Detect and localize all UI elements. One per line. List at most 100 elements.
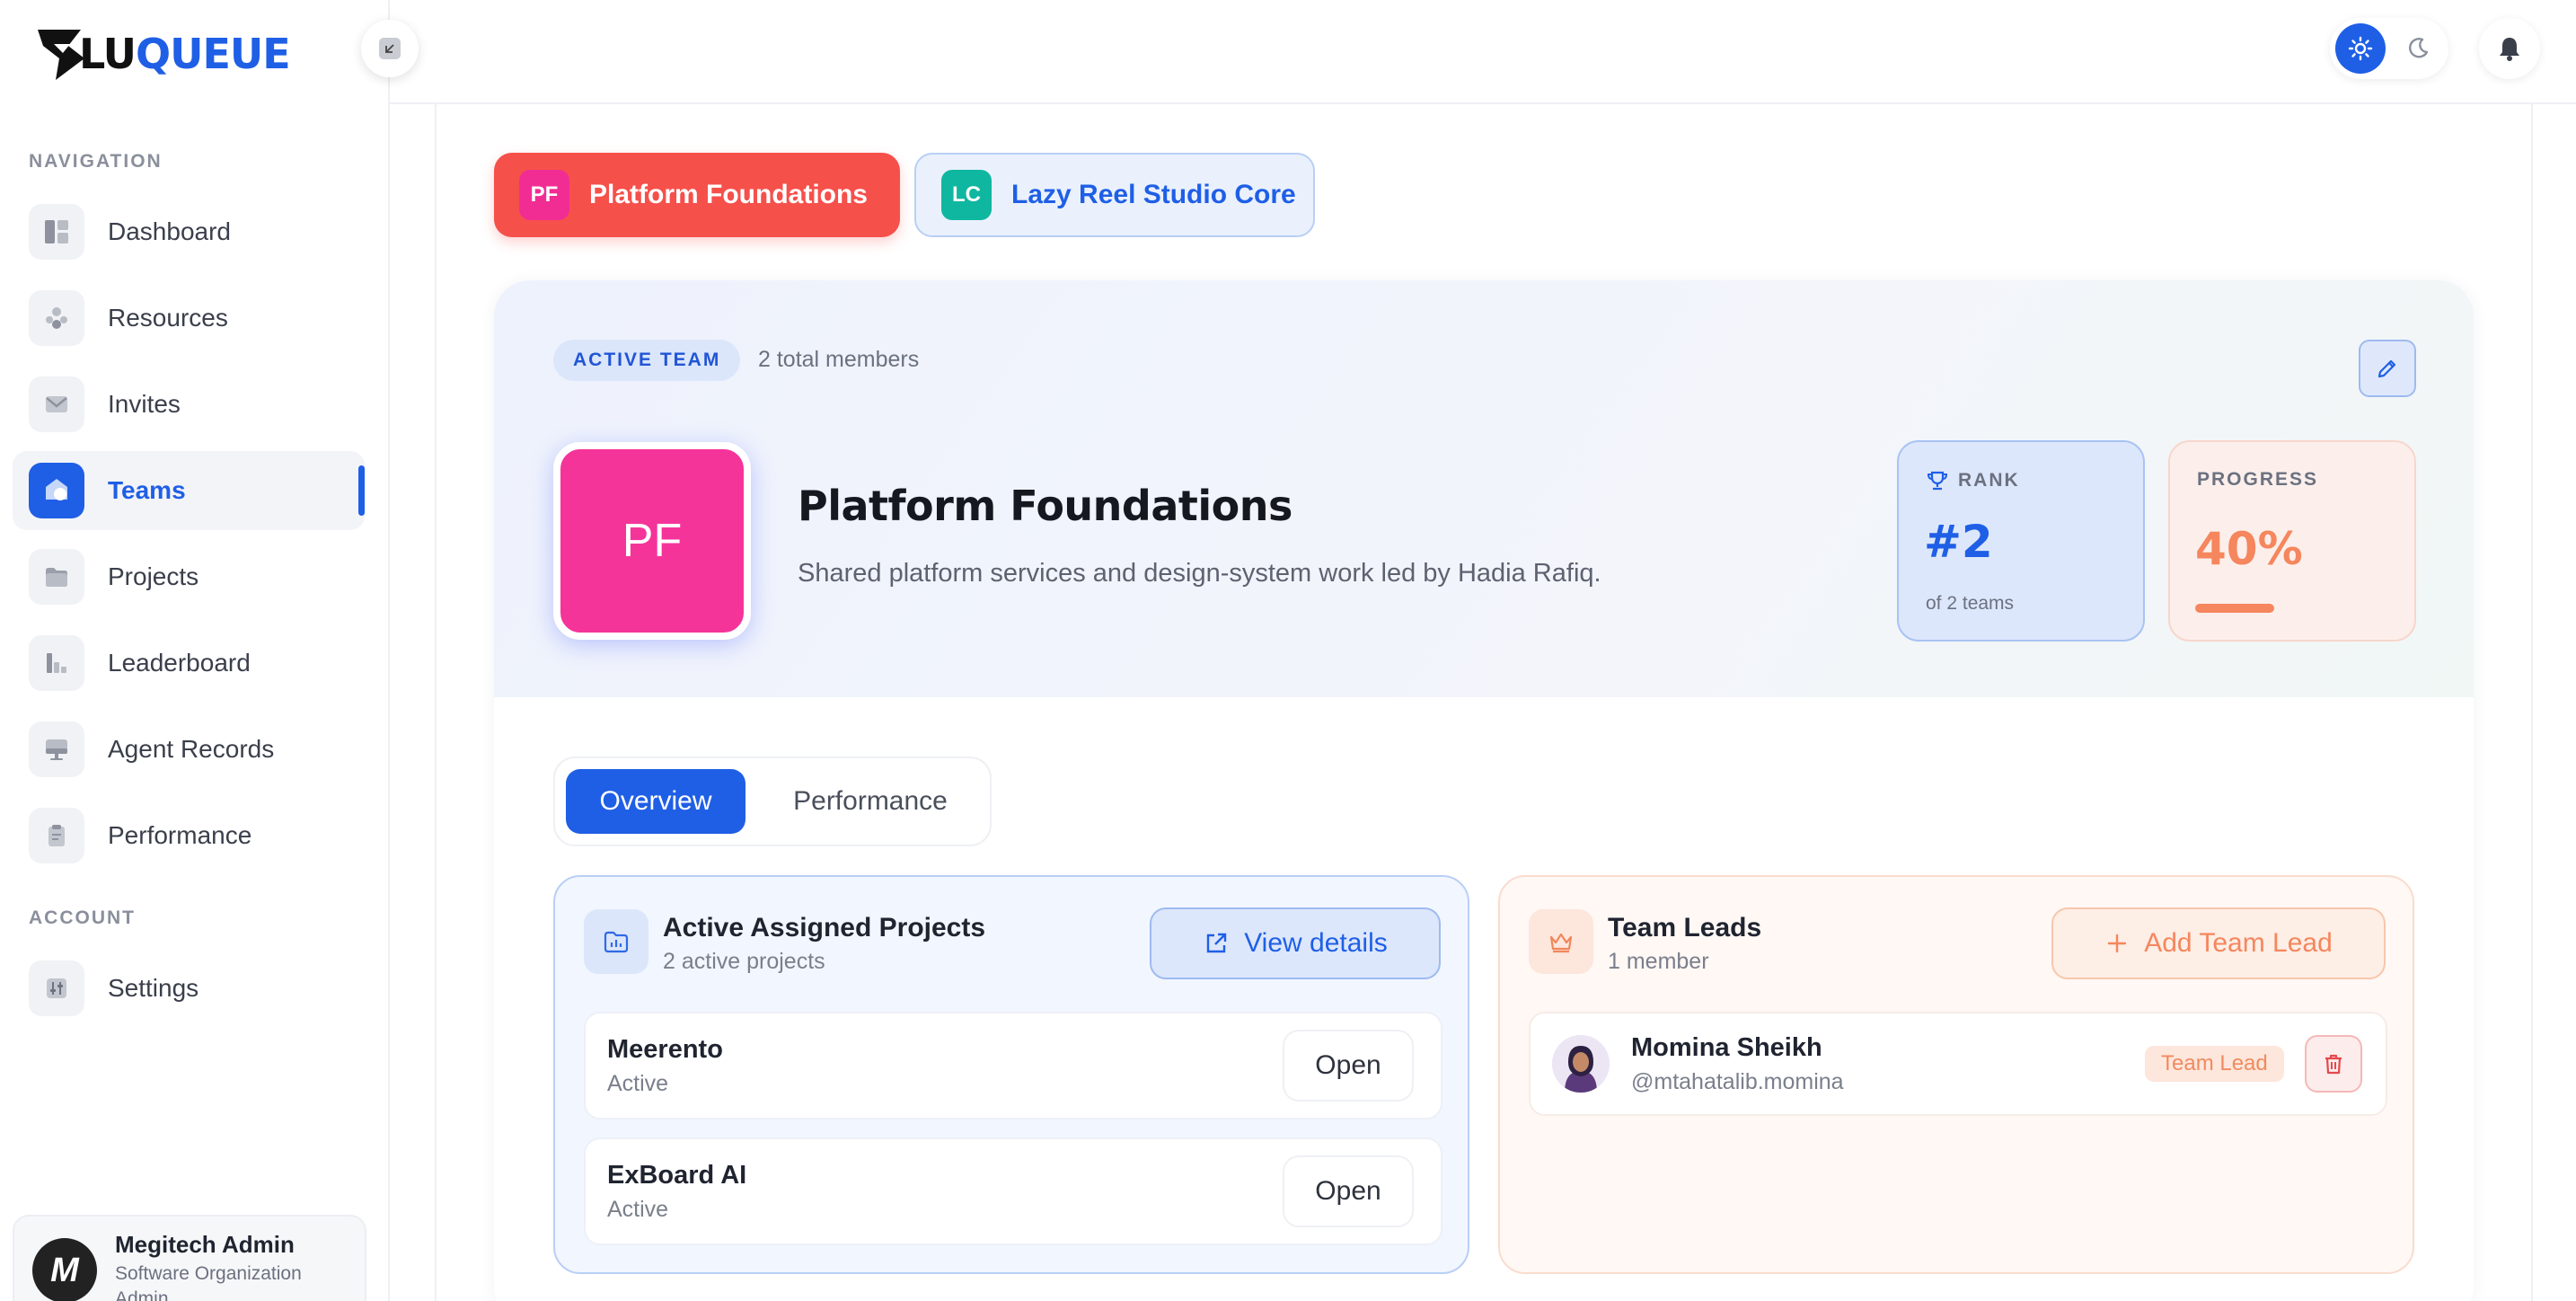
sidebar-item-label: Resources bbox=[108, 304, 228, 332]
collapse-sidebar-button[interactable] bbox=[361, 20, 419, 77]
bell-icon bbox=[2500, 38, 2519, 61]
list-item: Meerento Active Open bbox=[584, 1012, 1442, 1120]
theme-toggle[interactable] bbox=[2330, 18, 2448, 79]
team-lead-badge: Team Lead bbox=[2145, 1046, 2284, 1082]
progress-bar bbox=[2195, 604, 2393, 613]
team-tab-label: Platform Foundations bbox=[589, 180, 868, 209]
avatar bbox=[1552, 1035, 1610, 1093]
remove-lead-button[interactable] bbox=[2305, 1035, 2362, 1093]
chart-folder-icon bbox=[584, 909, 648, 974]
user-profile-card[interactable]: M Megitech Admin Software Organization A… bbox=[13, 1215, 366, 1301]
trash-icon bbox=[2325, 1054, 2342, 1075]
folder-icon bbox=[29, 549, 84, 605]
user-role: Software Organization Admin bbox=[115, 1263, 302, 1301]
status-badge: ACTIVE TEAM bbox=[553, 340, 741, 381]
clipboard-icon bbox=[29, 808, 84, 863]
list-item: ExBoard AI Active Open bbox=[584, 1137, 1442, 1245]
open-project-button[interactable]: Open bbox=[1283, 1030, 1414, 1102]
sidebar-item-label: Dashboard bbox=[108, 217, 231, 245]
team-tab-lazy-reel-studio-core[interactable]: LC Lazy Reel Studio Core bbox=[914, 153, 1315, 237]
light-mode-button[interactable] bbox=[2335, 23, 2386, 74]
rank-label: RANK bbox=[1958, 470, 2020, 491]
sidebar-item-label: Settings bbox=[108, 974, 199, 1002]
progress-bar-fill bbox=[2195, 604, 2274, 613]
sidebar-item-performance[interactable]: Performance bbox=[13, 796, 365, 875]
sidebar-item-agent-records[interactable]: Agent Records bbox=[13, 710, 365, 789]
plus-icon bbox=[2107, 934, 2127, 953]
panel-title: Team Leads bbox=[1608, 913, 1762, 943]
trophy-icon bbox=[1927, 471, 1948, 491]
external-link-icon bbox=[1207, 933, 1227, 953]
active-projects-panel: Active Assigned Projects 2 active projec… bbox=[553, 875, 1469, 1274]
project-name: ExBoard AI bbox=[607, 1161, 747, 1190]
sidebar-item-resources[interactable]: Resources bbox=[13, 279, 365, 358]
tab-overview[interactable]: Overview bbox=[566, 769, 745, 834]
project-name: Meerento bbox=[607, 1035, 723, 1064]
team-hero: ACTIVE TEAM 2 total members PF Platform … bbox=[494, 280, 2474, 697]
team-avatar: PF bbox=[553, 442, 751, 640]
rank-sub: of 2 teams bbox=[1926, 593, 2015, 614]
rank-card: RANK #2 of 2 teams bbox=[1897, 440, 2145, 642]
navigation-section-label: NAVIGATION bbox=[29, 151, 163, 172]
view-details-label: View details bbox=[1244, 928, 1388, 958]
leaderboard-icon bbox=[29, 635, 84, 691]
team-description: Shared platform services and design-syst… bbox=[798, 559, 1601, 588]
sliders-icon bbox=[29, 960, 84, 1016]
panel-subtitle: 2 active projects bbox=[663, 949, 825, 974]
panel-subtitle: 1 member bbox=[1608, 949, 1709, 974]
rank-value: #2 bbox=[1924, 516, 1993, 568]
sidebar-item-dashboard[interactable]: Dashboard bbox=[13, 192, 365, 271]
team-tab-platform-foundations[interactable]: PF Platform Foundations bbox=[494, 153, 900, 237]
view-tabs: Overview Performance bbox=[553, 757, 992, 846]
account-section-label: ACCOUNT bbox=[29, 907, 136, 928]
lead-name: Momina Sheikh bbox=[1631, 1033, 1822, 1062]
open-project-button[interactable]: Open bbox=[1283, 1155, 1414, 1227]
edit-team-button[interactable] bbox=[2359, 340, 2416, 397]
sun-icon bbox=[2348, 36, 2373, 61]
sidebar-item-label: Invites bbox=[108, 390, 181, 418]
sidebar-item-projects[interactable]: Projects bbox=[13, 537, 365, 616]
panel-title: Active Assigned Projects bbox=[663, 913, 986, 943]
view-details-button[interactable]: View details bbox=[1150, 907, 1441, 979]
sidebar-item-label: Performance bbox=[108, 821, 252, 849]
sidebar-item-settings[interactable]: Settings bbox=[13, 949, 365, 1028]
resources-icon bbox=[29, 290, 84, 346]
team-initials-chip: PF bbox=[519, 170, 569, 220]
progress-label: PROGRESS bbox=[2197, 469, 2319, 490]
moon-icon bbox=[2409, 38, 2429, 58]
add-team-lead-label: Add Team Lead bbox=[2144, 928, 2333, 958]
sidebar-item-label: Agent Records bbox=[108, 735, 275, 763]
team-detail-card: ACTIVE TEAM 2 total members PF Platform … bbox=[494, 280, 2474, 1301]
sidebar-item-label: Projects bbox=[108, 562, 199, 590]
avatar: M bbox=[32, 1238, 97, 1301]
project-status: Active bbox=[607, 1197, 669, 1222]
team-title: Platform Foundations bbox=[798, 482, 1292, 530]
dark-mode-button[interactable] bbox=[2393, 23, 2443, 74]
tab-performance[interactable]: Performance bbox=[762, 769, 979, 834]
lead-handle: @mtahatalib.momina bbox=[1631, 1069, 1844, 1094]
team-initials-chip: LC bbox=[941, 170, 992, 220]
project-status: Active bbox=[607, 1071, 669, 1096]
sidebar: LUQUEUE NAVIGATION Dashboard Resources I… bbox=[0, 0, 390, 1301]
user-name: Megitech Admin bbox=[115, 1231, 295, 1258]
pencil-icon bbox=[2378, 359, 2396, 378]
team-tab-label: Lazy Reel Studio Core bbox=[1011, 180, 1296, 209]
add-team-lead-button[interactable]: Add Team Lead bbox=[2051, 907, 2386, 979]
progress-card: PROGRESS 40% bbox=[2168, 440, 2416, 642]
brand-logo[interactable]: LUQUEUE bbox=[36, 25, 291, 83]
progress-value: 40% bbox=[2195, 523, 2303, 575]
monitor-icon bbox=[29, 721, 84, 777]
list-item: Momina Sheikh @mtahatalib.momina Team Le… bbox=[1529, 1012, 2387, 1116]
sidebar-item-label: Leaderboard bbox=[108, 649, 251, 677]
teams-icon bbox=[29, 463, 84, 518]
mail-icon bbox=[29, 376, 84, 432]
sidebar-item-teams[interactable]: Teams bbox=[13, 451, 365, 530]
members-count: 2 total members bbox=[758, 347, 920, 372]
sidebar-item-leaderboard[interactable]: Leaderboard bbox=[13, 624, 365, 703]
top-bar bbox=[390, 0, 2576, 104]
dashboard-icon bbox=[29, 204, 84, 260]
sidebar-item-invites[interactable]: Invites bbox=[13, 365, 365, 444]
notifications-button[interactable] bbox=[2479, 18, 2540, 79]
active-indicator bbox=[358, 465, 365, 516]
crown-icon bbox=[1529, 909, 1593, 974]
